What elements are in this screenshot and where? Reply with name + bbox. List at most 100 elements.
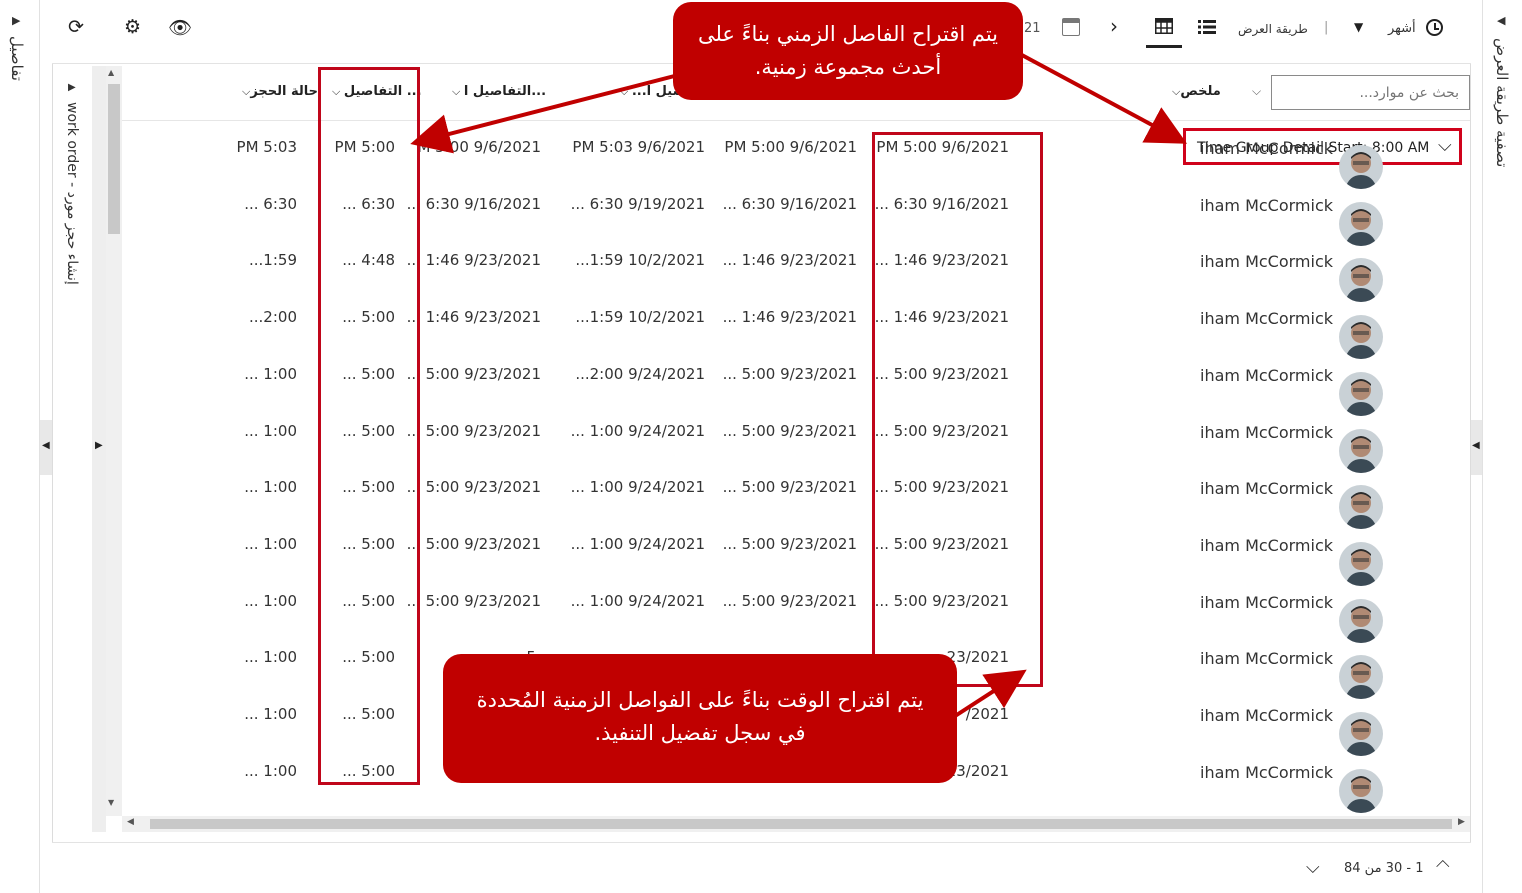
create-booking-strip[interactable]: ▶ work order - إنشاء حجز مورد — [60, 70, 90, 830]
cell-d2: ... 5:00 9/23/2021 — [406, 535, 541, 553]
resource-name[interactable]: iham McCormick — [1200, 139, 1333, 158]
list-view-icon[interactable] — [1198, 19, 1216, 35]
cell-status: ...1:59 — [249, 251, 297, 269]
avatar — [1339, 542, 1383, 586]
cell-status: PM 5:03 — [236, 138, 297, 156]
chevron-right-icon[interactable]: › — [1110, 14, 1118, 38]
column-header-summary-label: ملخص — [1180, 84, 1221, 99]
resource-name[interactable]: iham McCormick — [1200, 196, 1333, 215]
eye-icon[interactable]: 👁 — [168, 16, 192, 39]
scroll-up-icon[interactable]: ▲ — [108, 68, 114, 77]
cell-status: ... 1:00 — [244, 648, 297, 666]
view-mode-label[interactable]: طريقة العرض — [1238, 22, 1308, 36]
details-pane: ▶ تفاصيل — [0, 0, 40, 893]
cell-status: ... 1:00 — [244, 365, 297, 383]
scroll-right-icon[interactable]: ▶ — [1458, 817, 1465, 827]
collapse-left-icon: ◀ — [42, 440, 50, 451]
cell-d3: ... 1:00 9/24/2021 — [570, 535, 705, 553]
cell-status: ... 1:00 — [244, 705, 297, 723]
vertical-scroll-thumb[interactable] — [108, 84, 120, 234]
cell-status: ...2:00 — [249, 308, 297, 326]
cell-d3: ...1:59 10/2/2021 — [575, 308, 705, 326]
avatar — [1339, 258, 1383, 302]
settings-gear-icon[interactable]: ⚙ — [124, 16, 141, 38]
cell-status: ... 1:00 — [244, 478, 297, 496]
strip-collapse-handle[interactable]: ▶ — [92, 66, 106, 832]
cell-d3: ... 1:00 9/24/2021 — [570, 592, 705, 610]
resource-name[interactable]: iham McCormick — [1200, 423, 1333, 442]
scroll-left-icon[interactable]: ◀ — [127, 817, 134, 827]
collapse-right-icon: ◀ — [1472, 440, 1480, 451]
cell-d2: ... 5:00 9/23/2021 — [406, 592, 541, 610]
cell-d2: ... 1:46 9/23/2021 — [406, 308, 541, 326]
clock-icon[interactable] — [1426, 19, 1443, 36]
cell-d2: ... 5:00 9/23/2021 — [406, 422, 541, 440]
create-booking-label[interactable]: work order - إنشاء حجز مورد — [64, 102, 80, 285]
toolbar-separator: | — [1324, 20, 1329, 35]
column-header-details-2-label: التفاصيل ا... — [463, 84, 547, 99]
column-header-status-label: حالة الحجز — [250, 84, 319, 99]
cell-d2: M 5:00 9/6/2021 — [417, 138, 541, 156]
cell-d2: ... 6:30 9/16/2021 — [406, 195, 541, 213]
details-pane-label[interactable]: تفاصيل — [8, 36, 26, 81]
date-fragment: 21 — [1024, 21, 1041, 36]
resource-name[interactable]: iham McCormick — [1200, 649, 1333, 668]
period-label[interactable]: أشهر — [1388, 21, 1416, 36]
resource-name[interactable]: iham McCormick — [1200, 706, 1333, 725]
resource-name[interactable]: iham McCormick — [1200, 366, 1333, 385]
callout-time-interval: يتم اقتراح الفاصل الزمني بناءً على أحدث … — [673, 2, 1023, 100]
highlight-details-column — [318, 67, 420, 785]
cell-status: ... 1:00 — [244, 762, 297, 780]
cell-status: ... 6:30 — [244, 195, 297, 213]
cell-d2: ... 5:00 9/23/2021 — [406, 478, 541, 496]
resource-search-input[interactable] — [1271, 75, 1470, 110]
cell-d3: ... 1:00 9/24/2021 — [570, 478, 705, 496]
calendar-icon[interactable] — [1062, 18, 1080, 36]
avatar — [1339, 485, 1383, 529]
resource-name[interactable]: iham McCormick — [1200, 252, 1333, 271]
resource-name[interactable]: iham McCormick — [1200, 763, 1333, 782]
cell-d3: ...1:59 10/2/2021 — [575, 251, 705, 269]
avatar — [1339, 429, 1383, 473]
column-header-details-2[interactable]: ⌵ التفاصيل ا... — [452, 84, 546, 99]
cell-d4: PM 5:00 9/6/2021 — [724, 138, 857, 156]
pager-footer: ⌵ 1 - 30 من 84 ⌵ — [52, 842, 1471, 893]
resource-name[interactable]: iham McCormick — [1200, 593, 1333, 612]
chevron-down-icon[interactable]: ⌵ — [1306, 857, 1320, 878]
search-filter-caret-icon[interactable]: ⌵ — [1252, 84, 1261, 99]
expand-arrow-icon[interactable]: ◀ — [1497, 14, 1505, 27]
avatar — [1339, 712, 1383, 756]
avatar — [1339, 145, 1383, 189]
resource-name[interactable]: iham McCormick — [1200, 309, 1333, 328]
cell-d5: /2021 — [965, 705, 1009, 723]
avatar — [1339, 599, 1383, 643]
avatar — [1339, 655, 1383, 699]
cell-d2: ... 1:46 9/23/2021 — [406, 251, 541, 269]
horizontal-scroll-thumb[interactable] — [150, 819, 1452, 829]
cell-d4: ... 1:46 9/23/2021 — [722, 251, 857, 269]
view-filter-pane: ◀ تصفية طريقة العرض — [1482, 0, 1522, 893]
cell-d2: ... 5:00 9/23/2021 — [406, 365, 541, 383]
column-header-summary[interactable]: ⌵ملخص — [1172, 84, 1221, 99]
chevron-up-icon[interactable]: ⌵ — [1436, 855, 1450, 876]
cell-status: ... 1:00 — [244, 592, 297, 610]
expand-arrow-icon[interactable]: ▶ — [12, 14, 20, 27]
grid-view-button[interactable] — [1146, 10, 1182, 48]
expand-arrow-icon: ▶ — [68, 82, 76, 93]
cell-d4: ... 5:00 9/23/2021 — [722, 478, 857, 496]
dropdown-caret-icon[interactable]: ▼ — [1354, 20, 1363, 34]
cell-d4: ... 6:30 9/16/2021 — [722, 195, 857, 213]
cell-d3: ...2:00 9/24/2021 — [575, 365, 705, 383]
cell-status: ... 1:00 — [244, 422, 297, 440]
resource-name[interactable]: iham McCormick — [1200, 536, 1333, 555]
refresh-icon[interactable]: ⟳ — [68, 16, 84, 38]
scroll-down-icon[interactable]: ▼ — [108, 798, 114, 807]
right-collapse-handle[interactable]: ◀ — [1470, 420, 1482, 475]
resource-name[interactable]: iham McCormick — [1200, 479, 1333, 498]
callout-suggested-time: يتم اقتراح الوقت بناءً على الفواصل الزمن… — [443, 654, 957, 783]
avatar — [1339, 372, 1383, 416]
cell-d3: ... 1:00 9/24/2021 — [570, 422, 705, 440]
view-filter-pane-label[interactable]: تصفية طريقة العرض — [1493, 38, 1511, 167]
column-header-status[interactable]: ⌵حالة الحجز — [242, 84, 318, 99]
left-collapse-handle[interactable]: ◀ — [40, 420, 52, 475]
